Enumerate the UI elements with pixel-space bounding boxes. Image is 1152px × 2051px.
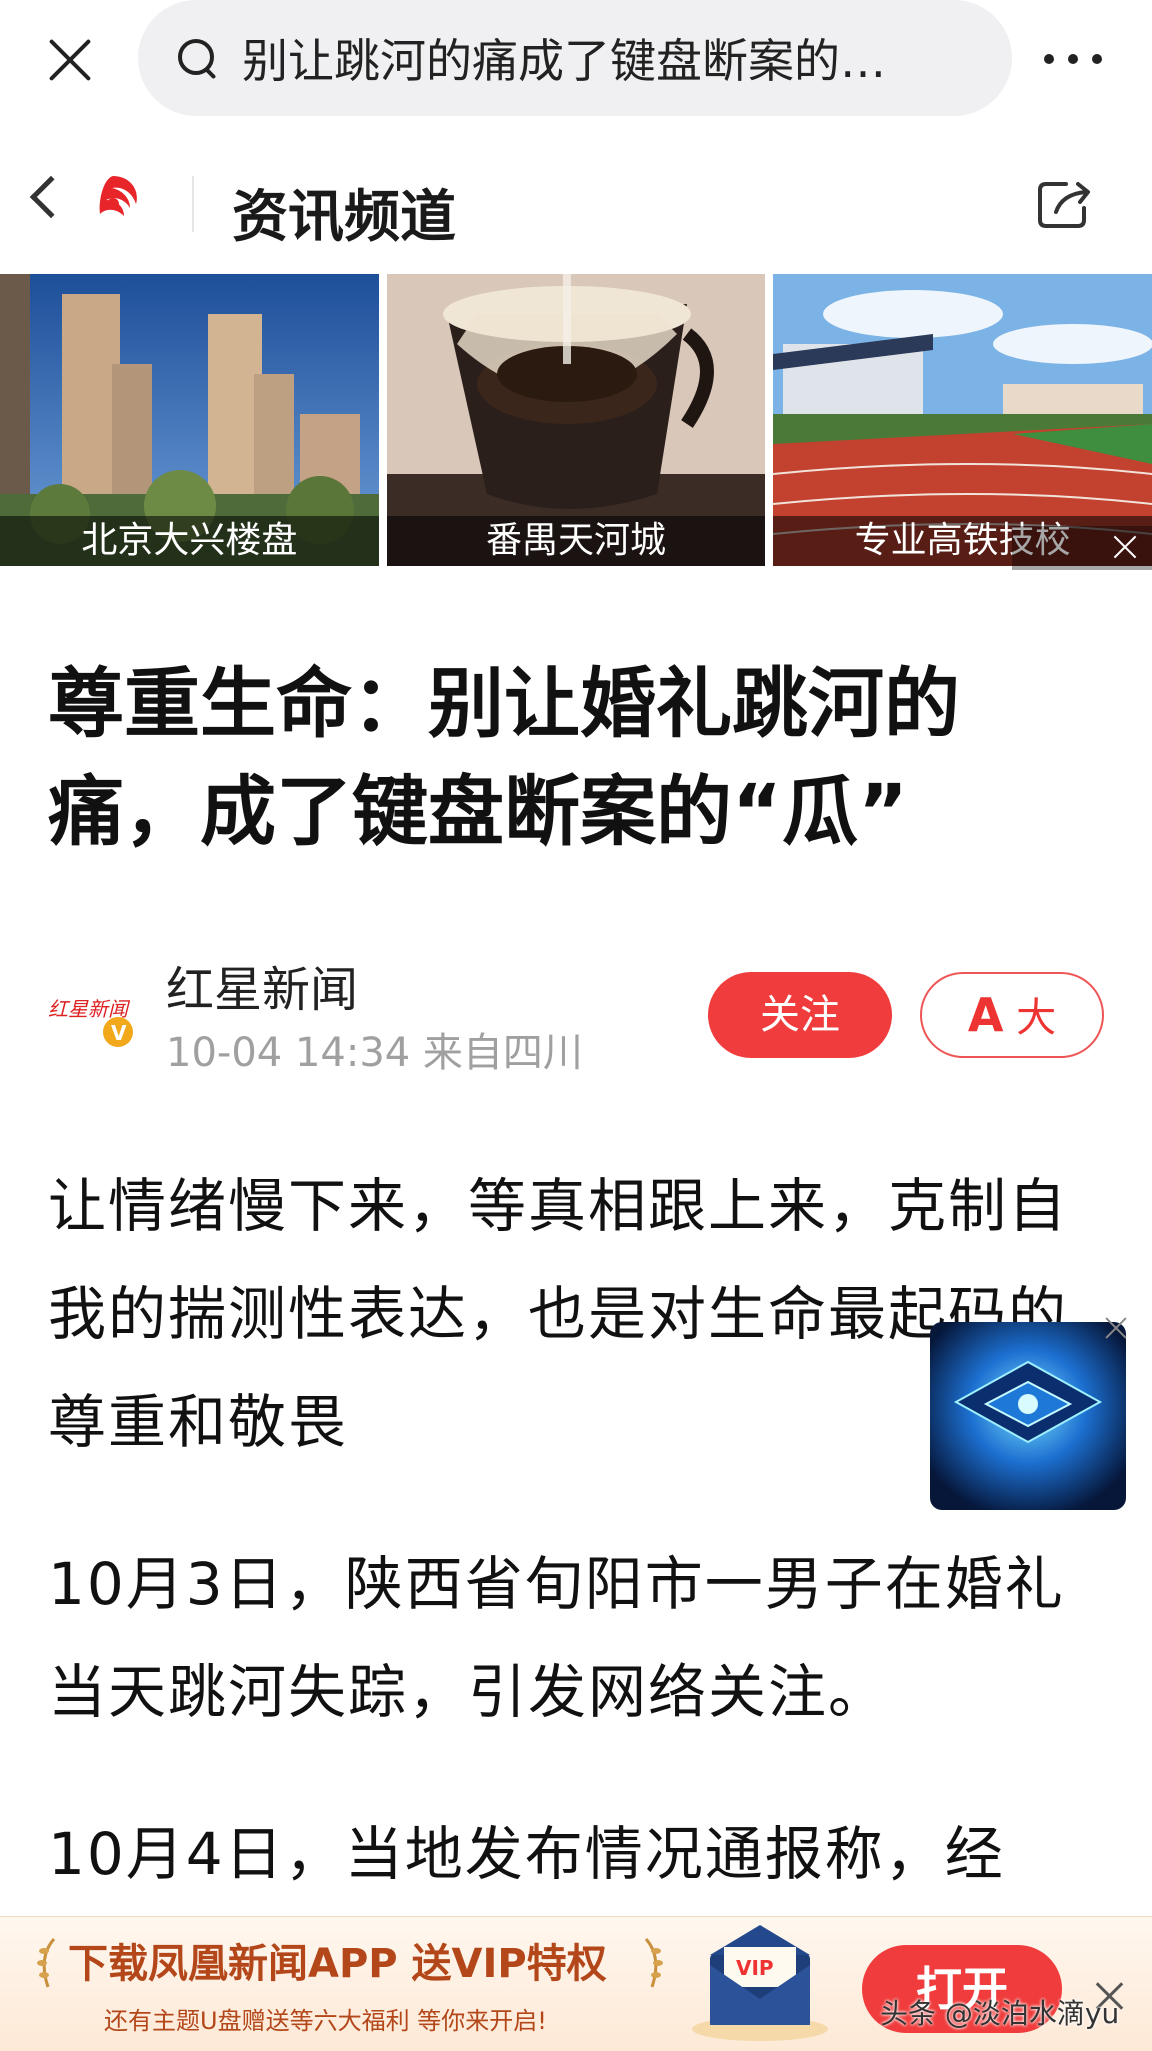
banner-ad-close[interactable]: [1012, 526, 1152, 570]
phoenix-logo-icon: [84, 172, 142, 230]
article-paragraph: 10月4日，当地发布情况通报称，经: [48, 1820, 1005, 1888]
floating-video-ad[interactable]: [930, 1322, 1126, 1510]
header-divider: [192, 176, 194, 232]
banner-ad-panyu[interactable]: 番禺天河城: [386, 274, 766, 566]
banner-caption: 北京大兴楼盘: [0, 516, 379, 566]
close-icon: [1112, 534, 1138, 560]
publish-meta: 10-04 14:34 来自四川: [166, 1030, 583, 1076]
channel-title: 资讯频道: [232, 185, 456, 250]
download-banner-title: 下载凤凰新闻APP 送VIP特权: [68, 1941, 607, 1987]
search-bar[interactable]: 别让跳河的痛成了键盘断案的…: [138, 0, 1012, 116]
follow-button[interactable]: 关注: [708, 972, 892, 1058]
font-size-a: A: [967, 988, 1004, 1042]
download-banner-subtitle: 还有主题U盘赠送等六大福利 等你来开启!: [104, 2007, 547, 2035]
vip-envelope-icon: VIP: [692, 1925, 828, 2041]
banner-ad-beijing[interactable]: 北京大兴楼盘: [0, 274, 379, 566]
banner-ad-school[interactable]: 专业高铁技校: [773, 274, 1152, 566]
source-logo-icon[interactable]: 红星新闻 V: [48, 990, 138, 1050]
more-options-icon[interactable]: [1044, 54, 1102, 64]
author-name[interactable]: 红星新闻: [166, 950, 358, 1020]
banner-ads: 北京大兴楼盘 番禺天河城 专业高铁技校: [0, 274, 1152, 566]
search-icon: [174, 35, 220, 81]
tech-chip-image: [930, 1322, 1126, 1510]
author-row: 红星新闻 V 红星新闻 10-04 14:34 来自四川 关注 A 大: [48, 950, 1108, 1076]
share-icon[interactable]: [1036, 178, 1094, 230]
search-query: 别让跳河的痛成了键盘断案的…: [242, 34, 886, 88]
svg-text:V: V: [111, 1021, 127, 1045]
laurel-right-icon: [644, 1938, 663, 1988]
font-size-label: 大: [1016, 995, 1057, 1041]
top-bar: 别让跳河的痛成了键盘断案的…: [0, 0, 1152, 120]
article-paragraph: 10月3日，陕西省旬阳市一男子在婚礼当天跳河失踪，引发网络关注。: [48, 1550, 1065, 1726]
channel-header: 资讯频道: [0, 150, 1152, 262]
svg-text:VIP: VIP: [736, 1956, 774, 1980]
watermark: 头条 @淡泊水滴yu: [880, 1997, 1120, 2030]
laurel-left-icon: [37, 1938, 56, 1988]
font-size-button[interactable]: A 大: [920, 972, 1104, 1058]
close-icon[interactable]: [44, 34, 96, 86]
back-icon[interactable]: [29, 175, 73, 219]
floating-ad-close-icon[interactable]: [1104, 1316, 1128, 1340]
article-title: 尊重生命：别让婚礼跳河的痛，成了键盘断案的“瓜”: [48, 659, 960, 856]
banner-caption: 番禺天河城: [386, 516, 766, 566]
